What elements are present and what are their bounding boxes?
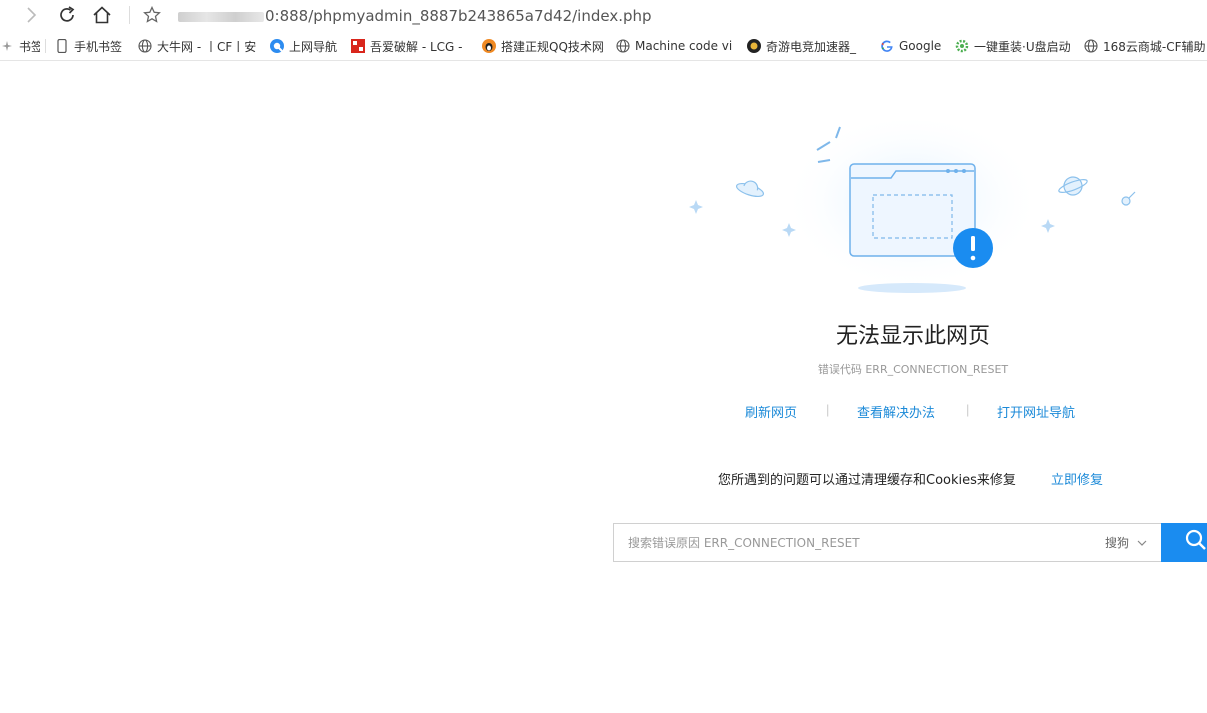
refresh-link[interactable]: 刷新网页 (745, 402, 797, 421)
link-divider: | (966, 402, 970, 417)
bookmark-item[interactable]: 上网导航 (270, 31, 342, 60)
address-bar[interactable]: 0:888/phpmyadmin_8887b243865a7d42/index.… (178, 6, 652, 26)
chevron-down-icon (1137, 536, 1147, 550)
bookmark-item[interactable]: 书签 (0, 31, 40, 60)
bookmark-label: 大牛网 - 丨CF丨安 (157, 39, 257, 54)
view-solution-label: 查看解决办法 (857, 406, 936, 421)
reload-icon[interactable] (54, 2, 80, 28)
bookmark-item[interactable]: 吾爱破解 - LCG - (351, 31, 471, 60)
star-icon[interactable] (139, 2, 165, 28)
refresh-link-label: 刷新网页 (745, 406, 798, 421)
globe-icon (138, 39, 152, 53)
forward-icon[interactable] (18, 2, 44, 28)
penguin-icon (482, 39, 496, 53)
search-engine-select[interactable]: 搜狗 (1105, 524, 1147, 561)
qiyou-icon (747, 39, 761, 53)
bookmark-item[interactable]: 搭建正规QQ技术网 (482, 31, 608, 60)
nav-icon (270, 39, 284, 53)
fix-hint-text: 您所遇到的问题可以通过清理缓存和Cookies来修复 (718, 473, 1016, 488)
phone-icon (55, 39, 69, 53)
bookmark-item[interactable]: Google (880, 31, 946, 60)
search-engine-label: 搜狗 (1104, 536, 1129, 550)
bookmark-label: Machine code vi (635, 39, 733, 53)
search-icon (1185, 529, 1207, 556)
search-button[interactable] (1161, 523, 1207, 562)
bookmark-item[interactable]: 大牛网 - 丨CF丨安 (138, 31, 258, 60)
google-icon (880, 39, 894, 53)
redacted-host (178, 11, 264, 22)
bookmark-label: 书签 (19, 39, 40, 54)
bookmark-item[interactable]: Machine code vi (616, 31, 746, 60)
bookmark-label: 168云商城-CF辅助 (1103, 39, 1206, 54)
gear-green-icon (955, 39, 969, 53)
bookmark-divider (45, 39, 46, 53)
fix-now-link[interactable]: 立即修复 (1051, 469, 1103, 488)
bookmark-label: 吾爱破解 - LCG - (370, 39, 463, 54)
open-nav-label: 打开网址导航 (997, 406, 1076, 421)
open-nav-link[interactable]: 打开网址导航 (997, 402, 1075, 421)
error-illustration (680, 118, 1150, 303)
globe-icon (616, 39, 630, 53)
bookmark-label: 上网导航 (289, 39, 338, 54)
view-solution-link[interactable]: 查看解决办法 (857, 402, 935, 421)
bookmark-label: 手机书签 (74, 39, 123, 54)
home-icon[interactable] (89, 2, 115, 28)
bookmark-item[interactable]: 168云商城-CF辅助 (1084, 31, 1207, 60)
search-box: 搜狗 (613, 523, 1161, 562)
bookmark-label: 奇游电竞加速器_ (766, 39, 857, 54)
bookmarks-bar: 书签 手机书签 大牛网 - 丨CF丨安 上网导航 吾爱破解 - LCG - 搭建… (0, 31, 1207, 61)
bookmark-label: 一键重装·U盘启动 (974, 39, 1071, 54)
error-code: 错误代码 ERR_CONNECTION_RESET (817, 363, 1009, 376)
bookmark-icon (0, 39, 14, 53)
bookmark-item[interactable]: 奇游电竞加速器_ (747, 31, 869, 60)
toolbar-divider (129, 6, 130, 24)
bookmark-item[interactable]: 一键重装·U盘启动 (955, 31, 1075, 60)
search-input[interactable] (628, 524, 1088, 561)
browser-toolbar: 0:888/phpmyadmin_8887b243865a7d42/index.… (0, 0, 1207, 31)
bookmark-item[interactable]: 手机书签 (55, 31, 131, 60)
globe-icon (1084, 39, 1098, 53)
link-divider: | (826, 402, 830, 417)
url-text: 0:888/phpmyadmin_8887b243865a7d42/index.… (265, 7, 652, 25)
bookmark-label: Google (899, 39, 942, 53)
error-title: 无法显示此网页 (835, 324, 990, 349)
bookmark-label: 搭建正规QQ技术网 (501, 39, 604, 54)
52pojie-icon (351, 39, 365, 53)
